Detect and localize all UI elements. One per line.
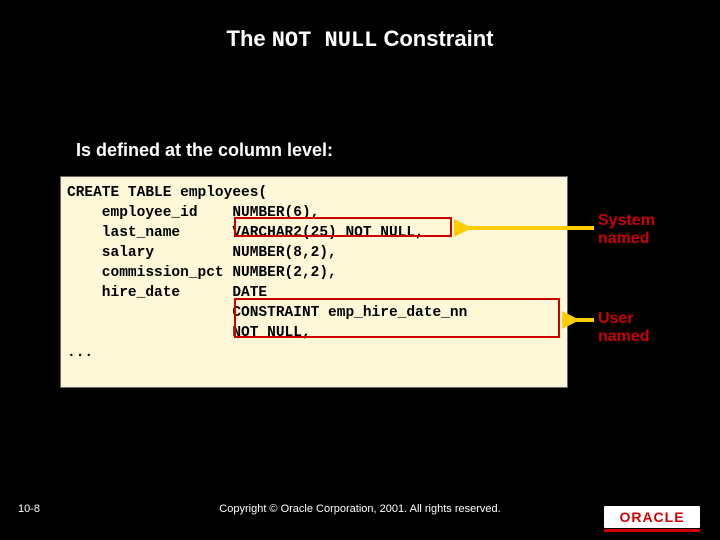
title-code: NOT NULL xyxy=(272,28,378,53)
subtitle: Is defined at the column level: xyxy=(76,140,333,161)
label-system-line2: named xyxy=(598,230,650,247)
slide-title: The NOT NULL Constraint xyxy=(0,0,720,53)
oracle-logo: ORACLE xyxy=(604,506,700,528)
arrow-user-named xyxy=(562,310,596,330)
logo-underline xyxy=(604,529,700,532)
label-user-line2: named xyxy=(598,328,650,345)
logo-text: ORACLE xyxy=(619,509,684,525)
title-suffix: Constraint xyxy=(377,26,493,51)
highlight-system-named xyxy=(234,217,452,237)
title-prefix: The xyxy=(227,26,272,51)
label-system-line1: System xyxy=(598,212,655,229)
arrow-system-named xyxy=(454,218,596,238)
label-user-line1: User xyxy=(598,310,634,327)
label-user-named: User named xyxy=(598,310,650,346)
highlight-user-named xyxy=(234,298,560,338)
label-system-named: System named xyxy=(598,212,655,248)
code-block: CREATE TABLE employees( employee_id NUMB… xyxy=(60,176,568,388)
